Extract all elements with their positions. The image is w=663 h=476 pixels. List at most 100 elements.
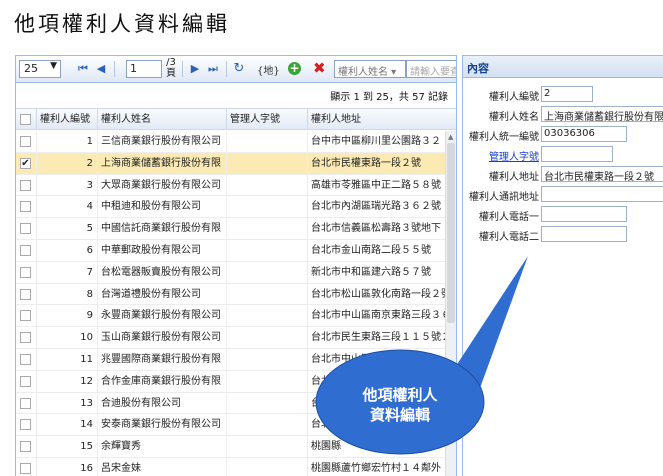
manager-no-cell [227,261,308,283]
search-input[interactable]: 請輸入要查 [406,60,456,78]
delete-icon[interactable]: ✖ [313,59,326,77]
column-owner-name[interactable]: 權利人姓名 [98,109,227,130]
row-checkbox[interactable] [20,136,31,147]
owner-address-cell: 台北市中山區吉林路１００ [308,349,456,370]
table-row[interactable]: 4 中租迪和股份有限公司 台北市內湖區瑞光路３６２號 [16,196,456,219]
row-checkbox[interactable] [20,288,31,300]
search-field-select[interactable]: 權利人姓名 ▾ [334,60,406,78]
refresh-icon[interactable]: ↻ [232,62,246,76]
manager-no-cell [227,174,308,196]
current-page-input[interactable]: 1 [126,60,162,78]
table-row[interactable]: 5 中國信託商業銀行股份有限 台北市信義區松壽路３號地下 [16,218,456,240]
row-select-cell[interactable] [16,348,37,370]
form-field-input[interactable]: 台北市民權東路一段２號 [541,166,663,182]
table-row[interactable]: 11 兆豐國際商業銀行股份有限 台北市中山區吉林路１００ [16,348,456,371]
row-checkbox[interactable]: ✔ [20,157,31,169]
row-select-cell[interactable] [16,283,37,305]
form-field-label: 權利人地址 [489,172,539,183]
row-checkbox[interactable] [20,353,31,365]
column-manager-no[interactable]: 管理人字號 [227,109,308,130]
row-select-cell[interactable] [16,327,37,349]
page-title: 他項權利人資料編輯 [14,12,230,36]
map-button[interactable]: {地} [257,62,280,77]
row-select-cell[interactable] [16,305,37,327]
grid-toolbar: 25 ▼ ⏮ ◀ 1 /3頁 ▶ ⏭ ↻ {地} + ✖ 權利人姓名 ▾ 請輸入… [16,56,456,83]
row-checkbox[interactable] [20,375,31,387]
table-row[interactable]: 9 永豐商業銀行股份有限公司 台北市中山區南京東路三段３６ [16,305,456,328]
row-checkbox[interactable] [20,310,31,322]
row-select-cell[interactable] [16,196,37,218]
row-checkbox[interactable] [20,462,31,474]
column-header: 權利人編號 權利人姓名 管理人字號 權利人地址 [16,108,456,130]
row-select-cell[interactable] [16,370,37,392]
table-row[interactable]: 6 中華郵政股份有限公司 台北市金山南路二段５５號 [16,239,456,262]
select-all-column[interactable] [16,109,37,130]
row-select-cell[interactable] [16,457,37,476]
row-checkbox[interactable] [20,266,31,278]
row-checkbox[interactable] [20,397,31,409]
page-size-select[interactable]: 25 ▼ [19,60,61,78]
row-checkbox[interactable] [20,244,31,256]
form-field-input[interactable] [541,206,627,222]
form-field-input[interactable] [541,186,663,202]
table-row[interactable]: 15 余輝寶秀 桃園縣 [16,436,456,458]
add-icon[interactable]: + [288,62,301,75]
row-select-cell[interactable] [16,414,37,436]
owner-name-cell: 上海商業儲蓄銀行股份有限 [98,152,227,174]
scroll-thumb[interactable] [447,143,455,323]
table-row[interactable]: ✔ 2 上海商業儲蓄銀行股份有限 台北市民權東路一段２號 [16,152,456,175]
form-field-label[interactable]: 管理人字號 [489,148,539,163]
page-size-value: 25 [24,62,38,75]
owner-no-cell: 2 [37,152,98,174]
scroll-up-icon[interactable]: ▲ [448,133,453,141]
row-checkbox[interactable] [20,419,31,431]
form-field-label: 權利人通訊地址 [469,192,539,203]
table-row[interactable]: 16 呂宋金妹 桃園縣蘆竹鄉宏竹村１４鄰外 [16,457,456,476]
manager-no-cell [227,370,308,392]
last-page-icon[interactable]: ⏭ [206,62,220,76]
callout-line-2: 資料編輯 [369,406,430,424]
manager-no-cell [227,305,308,327]
row-checkbox[interactable] [20,332,31,344]
owner-no-cell: 8 [37,283,98,305]
table-row[interactable]: 1 三信商業銀行股份有限公司 台中市中區柳川里公園路３２ [16,131,456,153]
row-select-cell[interactable] [16,436,37,458]
row-select-cell[interactable] [16,261,37,283]
row-select-cell[interactable] [16,131,37,152]
owner-address-cell: 台北市民權東路一段２號 [308,153,456,174]
owner-address-cell: 台北市中山區南京東路三段３６ [308,305,456,326]
owner-address-cell: 新北市中和區建六路５７號 [308,262,456,283]
search-field-value: 權利人姓名 [338,67,388,78]
row-select-cell[interactable] [16,239,37,261]
owner-name-cell: 安泰商業銀行股份有限公司 [98,414,227,436]
table-row[interactable]: 8 台灣道禮股份有限公司 台北市松山區敦化南路一段２號 [16,283,456,306]
row-select-cell[interactable] [16,174,37,196]
table-row[interactable]: 10 玉山商業銀行股份有限公司 台北市民生東路三段１１５號２ [16,327,456,349]
select-all-checkbox[interactable] [20,114,31,125]
next-page-icon[interactable]: ▶ [188,62,202,76]
manager-no-cell [227,414,308,436]
table-row[interactable]: 7 台松電器販賣股份有限公司 新北市中和區建六路５７號 [16,261,456,284]
prev-page-icon[interactable]: ◀ [94,62,108,76]
owner-no-cell: 1 [37,131,98,152]
form-field-input[interactable]: 03036306 [541,126,627,142]
detail-form-panel: 內容 權利人編號 2 權利人姓名 上海商業儲蓄銀行股份有限 權利人統一編號 0303630… [462,55,663,476]
form-field-input[interactable]: 上海商業儲蓄銀行股份有限 [541,106,663,122]
row-checkbox[interactable] [20,223,31,235]
column-owner-address[interactable]: 權利人地址 [308,109,456,130]
row-select-cell[interactable] [16,392,37,414]
row-checkbox[interactable] [20,201,31,213]
row-checkbox[interactable] [20,441,31,453]
row-select-cell[interactable]: ✔ [16,152,37,174]
first-page-icon[interactable]: ⏮ [76,62,90,76]
column-owner-no[interactable]: 權利人編號 [37,109,98,130]
row-select-cell[interactable] [16,218,37,240]
form-field-input[interactable]: 2 [541,86,593,102]
form-field-input[interactable] [541,146,613,162]
form-field-label: 權利人電話二 [479,232,539,243]
form-field-input[interactable] [541,226,627,242]
table-row[interactable]: 3 大眾商業銀行股份有限公司 高雄市苓雅區中正二路５８號 [16,174,456,197]
owner-address-cell: 台北市民生東路三段１１５號２ [308,327,456,348]
form-header: 內容 [463,56,663,78]
row-checkbox[interactable] [20,179,31,191]
